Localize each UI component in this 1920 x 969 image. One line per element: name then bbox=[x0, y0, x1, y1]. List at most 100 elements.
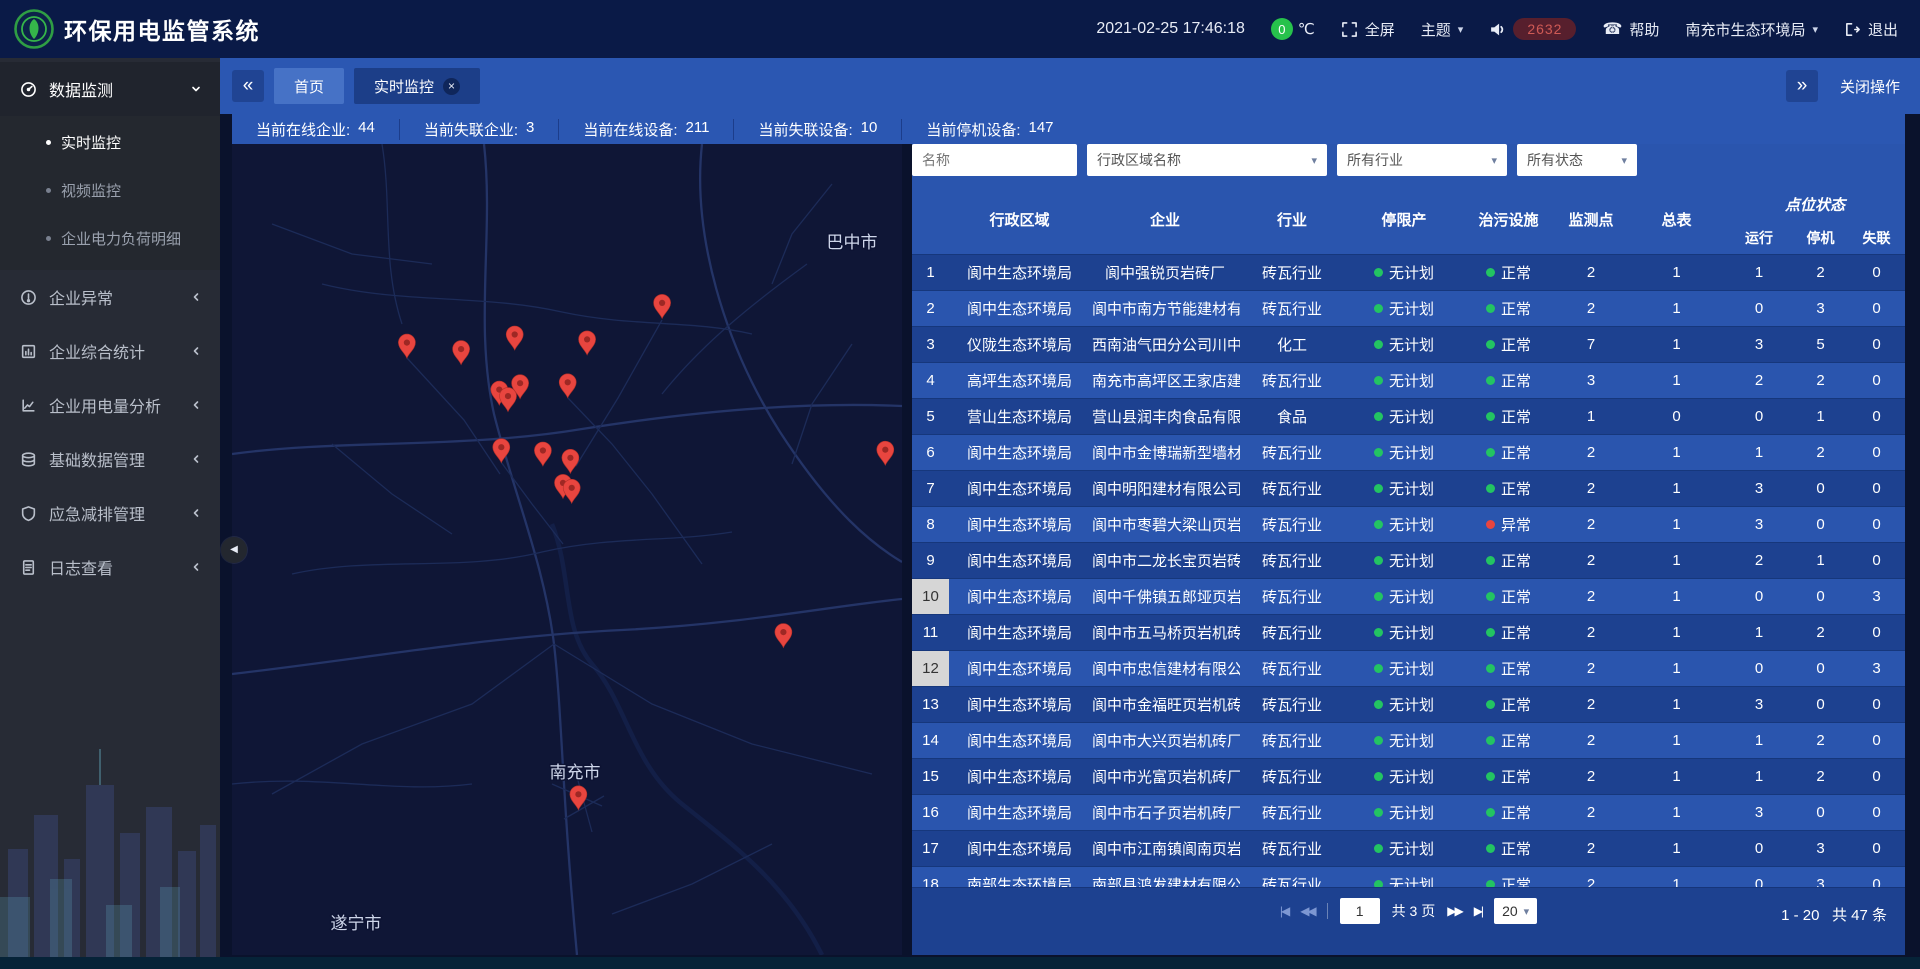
table-row[interactable]: 4高坪生态环境局南充市高坪区王家店建砖瓦行业无计划正常31220 bbox=[912, 362, 1905, 398]
table-row[interactable]: 13阆中生态环境局阆中市金福旺页岩机砖砖瓦行业无计划正常21300 bbox=[912, 686, 1905, 722]
sidebar-item-base-data[interactable]: 基础数据管理 bbox=[0, 432, 220, 486]
alerts-widget[interactable]: 2632 bbox=[1489, 18, 1576, 40]
map-pin-icon[interactable] bbox=[877, 441, 894, 465]
record-range-label: 1 - 20 共 47 条 bbox=[1781, 904, 1887, 925]
table-row[interactable]: 17阆中生态环境局阆中市江南镇阆南页岩砖瓦行业无计划正常21030 bbox=[912, 830, 1905, 866]
table-row[interactable]: 10阆中生态环境局阆中千佛镇五郎垭页岩砖瓦行业无计划正常21003 bbox=[912, 578, 1905, 614]
cell-enterprise: 阆中市金博瑞新型墙材 bbox=[1090, 434, 1240, 470]
alert-count-badge[interactable]: 2632 bbox=[1513, 18, 1576, 40]
table-row[interactable]: 2阆中生态环境局阆中市南方节能建材有砖瓦行业无计划正常21030 bbox=[912, 290, 1905, 326]
map-canvas[interactable]: 巴中市南充市遂宁市 bbox=[232, 144, 902, 955]
table-row[interactable]: 1阆中生态环境局阆中强锐页岩砖厂砖瓦行业无计划正常21120 bbox=[912, 254, 1905, 290]
header-lost[interactable]: 失联 bbox=[1847, 222, 1905, 254]
map-collapse-toggle[interactable]: ◀ bbox=[221, 537, 247, 563]
chevron-down-icon: ▾ bbox=[1812, 23, 1818, 36]
table-row[interactable]: 12阆中生态环境局阆中市忠信建材有限公砖瓦行业无计划正常21003 bbox=[912, 650, 1905, 686]
sidebar-item-log-view[interactable]: 日志查看 bbox=[0, 540, 220, 594]
map-pin-icon[interactable] bbox=[562, 449, 579, 473]
row-index: 4 bbox=[912, 362, 949, 398]
bullet-icon bbox=[46, 188, 51, 193]
table-row[interactable]: 7阆中生态环境局阆中明阳建材有限公司砖瓦行业无计划正常21300 bbox=[912, 470, 1905, 506]
table-row[interactable]: 9阆中生态环境局阆中市二龙长宝页岩砖砖瓦行业无计划正常21210 bbox=[912, 542, 1905, 578]
row-index: 10 bbox=[912, 578, 949, 614]
header-industry[interactable]: 行业 bbox=[1240, 186, 1344, 254]
row-index: 16 bbox=[912, 794, 949, 830]
first-page-button[interactable]: |◀ bbox=[1280, 904, 1288, 918]
sidebar-item-emergency-reduction[interactable]: 应急减排管理 bbox=[0, 486, 220, 540]
cell-monitor-count: 2 bbox=[1553, 254, 1629, 290]
cell-production: 无计划 bbox=[1344, 758, 1464, 794]
map-pin-icon[interactable] bbox=[398, 334, 415, 358]
tab-label: 实时监控 bbox=[374, 76, 434, 97]
map-pin-icon[interactable] bbox=[559, 374, 576, 398]
tabs-scroll-right-button[interactable]: » bbox=[1786, 70, 1818, 102]
theme-label: 主题 bbox=[1421, 19, 1451, 40]
map-pin-icon[interactable] bbox=[534, 442, 551, 466]
sidebar-item-enterprise-statistics[interactable]: 企业综合统计 bbox=[0, 324, 220, 378]
stat-value: 10 bbox=[861, 119, 878, 140]
cell-region: 南部生态环境局 bbox=[949, 866, 1090, 887]
tab-home[interactable]: 首页 bbox=[274, 68, 344, 104]
status-filter-select[interactable]: 所有状态 ▾ bbox=[1517, 144, 1637, 176]
logout-button[interactable]: 退出 bbox=[1844, 19, 1898, 40]
name-filter-input[interactable] bbox=[912, 144, 1077, 176]
header-enterprise[interactable]: 企业 bbox=[1090, 186, 1240, 254]
header-region[interactable]: 行政区域 bbox=[949, 186, 1090, 254]
last-page-button[interactable]: ▶| bbox=[1474, 904, 1482, 918]
table-row[interactable]: 8阆中生态环境局阆中市枣碧大梁山页岩砖瓦行业无计划异常21300 bbox=[912, 506, 1905, 542]
table-row[interactable]: 16阆中生态环境局阆中市石子页岩机砖厂砖瓦行业无计划正常21300 bbox=[912, 794, 1905, 830]
table-row[interactable]: 3仪陇生态环境局西南油气田分公司川中化工无计划正常71350 bbox=[912, 326, 1905, 362]
status-dot-green bbox=[1486, 340, 1495, 349]
sidebar-item-video-monitoring[interactable]: 视频监控 bbox=[0, 166, 220, 214]
map-pin-icon[interactable] bbox=[506, 326, 523, 350]
org-menu[interactable]: 南充市生态环境局 ▾ bbox=[1685, 19, 1818, 40]
cell-industry: 砖瓦行业 bbox=[1240, 758, 1344, 794]
sidebar-item-power-load-detail[interactable]: 企业电力负荷明细 bbox=[0, 214, 220, 262]
map-pin-icon[interactable] bbox=[654, 294, 671, 318]
next-page-button[interactable]: ▶▶ bbox=[1447, 904, 1461, 918]
table-row[interactable]: 14阆中生态环境局阆中市大兴页岩机砖厂砖瓦行业无计划正常21120 bbox=[912, 722, 1905, 758]
tab-realtime-monitoring[interactable]: 实时监控 × bbox=[354, 68, 480, 104]
map-pin-icon[interactable] bbox=[500, 388, 517, 412]
header-running[interactable]: 运行 bbox=[1724, 222, 1794, 254]
page-size-select[interactable]: 20 ▾ bbox=[1494, 898, 1537, 924]
sidebar-item-enterprise-abnormal[interactable]: 企业异常 bbox=[0, 270, 220, 324]
map-panel[interactable]: 巴中市南充市遂宁市 ◀ bbox=[232, 144, 902, 955]
cell-industry: 砖瓦行业 bbox=[1240, 470, 1344, 506]
status-dot-green bbox=[1486, 844, 1495, 853]
table-row[interactable]: 15阆中生态环境局阆中市光富页岩机砖厂砖瓦行业无计划正常21120 bbox=[912, 758, 1905, 794]
chevron-down-icon: ▾ bbox=[1621, 154, 1627, 167]
sidebar-item-realtime-monitoring[interactable]: 实时监控 bbox=[0, 118, 220, 166]
map-pin-icon[interactable] bbox=[579, 331, 596, 355]
page-number-input[interactable] bbox=[1340, 898, 1380, 924]
theme-menu[interactable]: 主题 ▾ bbox=[1421, 19, 1464, 40]
stat-value: 211 bbox=[686, 119, 710, 140]
header-monitor[interactable]: 监测点 bbox=[1553, 186, 1629, 254]
header-stopped[interactable]: 停机 bbox=[1794, 222, 1847, 254]
help-button[interactable]: ☎ 帮助 bbox=[1602, 19, 1659, 40]
industry-filter-select[interactable]: 所有行业 ▾ bbox=[1337, 144, 1507, 176]
header-production[interactable]: 停限产 bbox=[1344, 186, 1464, 254]
cell-running-count: 3 bbox=[1724, 686, 1794, 722]
close-icon[interactable]: × bbox=[443, 78, 460, 95]
header-meter[interactable]: 总表 bbox=[1629, 186, 1724, 254]
sidebar-item-data-monitoring[interactable]: 数据监测 bbox=[0, 62, 220, 116]
cell-monitor-count: 2 bbox=[1553, 758, 1629, 794]
status-dot-green bbox=[1486, 736, 1495, 745]
sidebar-item-power-analysis[interactable]: 企业用电量分析 bbox=[0, 378, 220, 432]
map-pin-icon[interactable] bbox=[563, 479, 580, 503]
fullscreen-button[interactable]: 全屏 bbox=[1341, 19, 1395, 40]
cell-running-count: 0 bbox=[1724, 650, 1794, 686]
map-pin-icon[interactable] bbox=[453, 341, 470, 365]
tabs-scroll-left-button[interactable]: « bbox=[232, 70, 264, 102]
prev-page-button[interactable]: ◀◀ bbox=[1300, 904, 1314, 918]
region-filter-select[interactable]: 行政区域名称 ▾ bbox=[1087, 144, 1327, 176]
cell-region: 阆中生态环境局 bbox=[949, 542, 1090, 578]
table-row[interactable]: 6阆中生态环境局阆中市金博瑞新型墙材砖瓦行业无计划正常21120 bbox=[912, 434, 1905, 470]
table-row[interactable]: 5营山生态环境局营山县润丰肉食品有限食品无计划正常10010 bbox=[912, 398, 1905, 434]
table-row[interactable]: 18南部生态环境局南部县鸿发建材有限公砖瓦行业无计划正常21030 bbox=[912, 866, 1905, 887]
header-facility[interactable]: 治污设施 bbox=[1464, 186, 1553, 254]
map-pin-icon[interactable] bbox=[775, 624, 792, 648]
table-row[interactable]: 11阆中生态环境局阆中市五马桥页岩机砖砖瓦行业无计划正常21120 bbox=[912, 614, 1905, 650]
close-operations-button[interactable]: 关闭操作 bbox=[1840, 76, 1900, 97]
